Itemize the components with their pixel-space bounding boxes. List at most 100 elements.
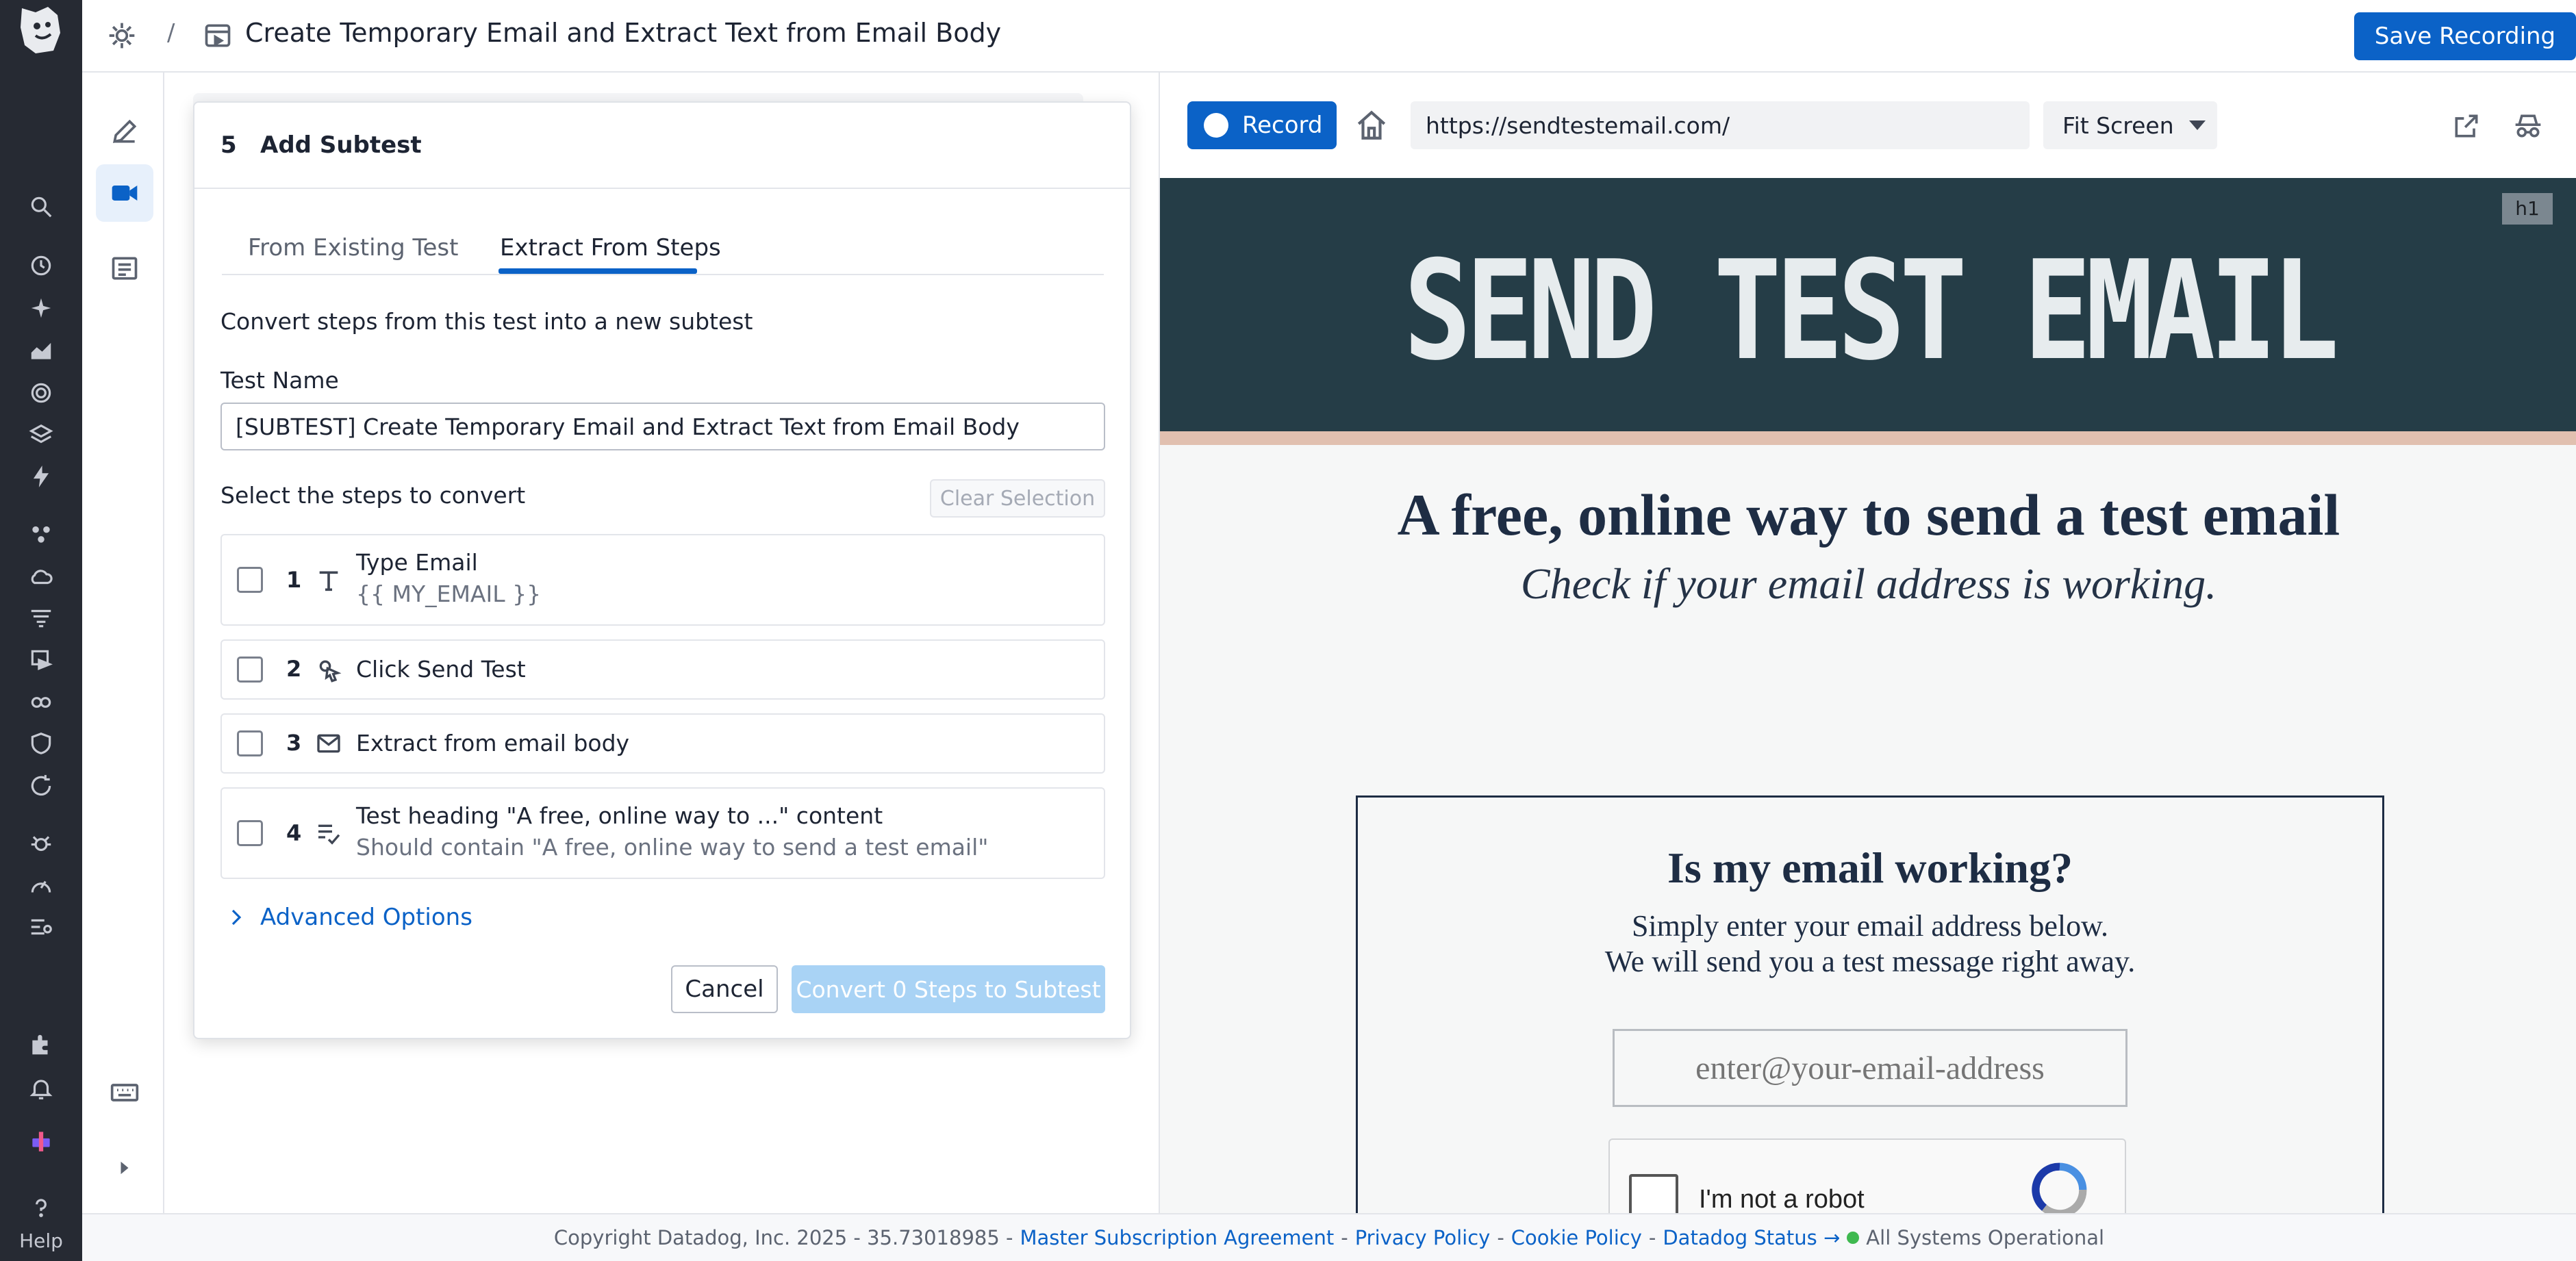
step-row-1[interactable]: 1 Type Email {{ MY_EMAIL }} [220,534,1105,626]
fit-screen-label: Fit Screen [2062,112,2174,139]
email-check-box: Is my email working? Simply enter your e… [1356,795,2384,1213]
recaptcha-label: I'm not a robot [1699,1185,1865,1213]
incognito-icon[interactable] [2512,111,2545,141]
url-input[interactable] [1411,101,2030,149]
video-camera-icon [112,186,138,201]
record-dot-icon [1204,113,1228,138]
top-header: / Create Temporary Email and Extract Tex… [82,0,2576,73]
gauge-icon[interactable] [25,869,58,902]
site-banner: SEND TEST EMAIL h1 [1160,178,2576,431]
tab-extract-from-steps[interactable]: Extract From Steps [500,234,721,262]
footer-dash: - [1648,1226,1656,1249]
fit-screen-dropdown[interactable]: Fit Screen [2043,101,2217,149]
element-tag-badge: h1 [2502,193,2553,225]
step-number: 4 [286,820,302,846]
product-icon[interactable] [25,1124,58,1157]
footer-dash: - [1497,1226,1504,1249]
step-title: Click Send Test [356,656,526,683]
layers-icon[interactable] [25,419,58,452]
step-detail: Should contain "A free, online way to se… [356,834,989,861]
browser-test-icon [205,24,231,47]
step-detail: {{ MY_EMAIL }} [356,581,542,607]
site-subheadline[interactable]: Check if your email address is working. [1160,559,2576,609]
select-steps-label: Select the steps to convert [220,482,526,509]
footer-link-msa[interactable]: Master Subscription Agreement [1020,1226,1335,1249]
modal-description: Convert steps from this test into a new … [220,308,753,335]
mail-icon [317,734,340,753]
step-number: 3 [286,730,302,756]
help-icon[interactable] [25,1191,58,1224]
step-checkbox[interactable] [237,730,263,756]
footer-link-privacy[interactable]: Privacy Policy [1355,1226,1491,1249]
clear-selection-button[interactable]: Clear Selection [930,479,1105,518]
shield-icon[interactable] [25,727,58,760]
home-icon[interactable] [1354,108,1389,142]
bolt-icon[interactable] [25,460,58,493]
record-button[interactable]: Record [1187,101,1337,149]
synthetics-home-icon[interactable] [107,21,137,51]
step-row-3[interactable]: 3 Extract from email body [220,713,1105,774]
step-number: 2 [286,656,302,682]
edit-rail-button[interactable] [96,103,153,160]
keyboard-shortcuts-button[interactable] [96,1064,153,1121]
tab-from-existing-test[interactable]: From Existing Test [248,234,458,262]
pencil-icon [112,119,137,144]
cloud-icon[interactable] [25,560,58,593]
step-checkbox[interactable] [237,567,263,593]
bell-icon[interactable] [25,1072,58,1105]
save-recording-button[interactable]: Save Recording [2354,12,2576,60]
apps-icon[interactable] [25,518,58,550]
list-icon [112,257,138,280]
recaptcha-logo-icon [2032,1162,2087,1213]
footer: Copyright Datadog, Inc. 2025 - 35.730189… [82,1213,2576,1261]
recaptcha-checkbox[interactable] [1629,1174,1678,1213]
link-icon[interactable] [25,686,58,719]
page-title: Create Temporary Email and Extract Text … [245,18,1002,48]
bug-icon[interactable] [25,827,58,860]
assertion-icon [318,824,340,845]
click-icon [319,660,342,683]
convert-steps-button[interactable]: Convert 0 Steps to Subtest [792,965,1105,1013]
sparkle-icon[interactable] [25,292,58,324]
site-headline[interactable]: A free, online way to send a test email [1160,481,2576,549]
footer-link-cookie[interactable]: Cookie Policy [1511,1226,1642,1249]
refresh-icon[interactable] [25,769,58,802]
recorder-rail-button[interactable] [96,164,153,222]
keyboard-icon [110,1084,139,1101]
step-row-4[interactable]: 4 Test heading "A free, online way to ..… [220,787,1105,879]
synthetics-icon[interactable] [25,644,58,676]
step-row-2[interactable]: 2 Click Send Test [220,639,1105,700]
cancel-button[interactable]: Cancel [671,965,778,1013]
modal-header: 5 Add Subtest [194,103,1130,189]
filter-list-icon[interactable] [25,601,58,634]
footer-link-status[interactable]: Datadog Status → [1663,1226,1840,1249]
active-tab-indicator [498,268,697,274]
email-box-line2: We will send you a test message right aw… [1604,945,2136,978]
history-icon[interactable] [25,249,58,282]
target-icon[interactable] [25,377,58,409]
expand-rail-button[interactable] [96,1139,153,1197]
step-title: Type Email [356,549,478,576]
site-banner-title[interactable]: SEND TEST EMAIL [1287,231,2449,391]
search-icon[interactable] [25,190,58,223]
recaptcha-widget: I'm not a robot [1608,1138,2126,1213]
step-checkbox[interactable] [237,657,263,683]
advanced-options-toggle[interactable]: Advanced Options [226,904,472,931]
email-box-title: Is my email working? [1667,843,2073,892]
help-label[interactable]: Help [0,1230,82,1252]
advanced-options-label: Advanced Options [260,904,472,931]
email-box-line1: Simply enter your email address below. [1631,909,2109,943]
logs-icon[interactable] [25,910,58,943]
datadog-logo-icon[interactable] [15,3,67,58]
chart-icon[interactable] [25,334,58,367]
modal-title: Add Subtest [260,131,422,159]
puzzle-icon[interactable] [25,1028,58,1061]
global-nav: Help [0,0,82,1261]
caret-down-icon [2188,120,2206,130]
step-checkbox[interactable] [237,820,263,846]
test-name-input[interactable] [220,403,1105,450]
browser-preview-pane: Record Fit Screen SEND TEST EMAIL h1 A f… [1159,73,2576,1213]
open-external-icon[interactable] [2451,111,2482,141]
steps-list-rail-button[interactable] [96,240,153,297]
email-address-input[interactable] [1613,1029,2127,1107]
